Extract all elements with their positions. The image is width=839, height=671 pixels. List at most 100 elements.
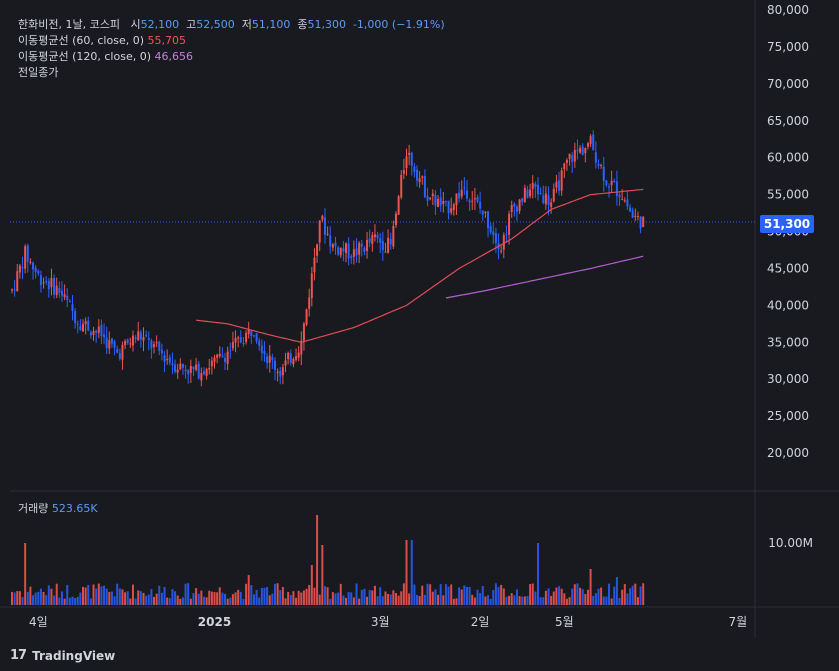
candle-body bbox=[636, 216, 639, 218]
volume-label: 거래량 bbox=[18, 502, 49, 515]
candle-body bbox=[544, 193, 547, 205]
candle-body bbox=[195, 364, 198, 370]
candle-body bbox=[305, 309, 308, 325]
candle-body bbox=[502, 234, 505, 250]
volume-bar bbox=[34, 592, 37, 605]
volume-bar bbox=[126, 591, 129, 605]
volume-bar bbox=[276, 583, 279, 605]
volume-bar bbox=[134, 598, 137, 605]
volume-bar bbox=[597, 588, 600, 605]
candle-body bbox=[218, 353, 221, 357]
volume-bar bbox=[434, 589, 437, 605]
volume-bar bbox=[218, 587, 221, 605]
candle-body bbox=[174, 364, 177, 372]
candle-body bbox=[145, 335, 148, 337]
candle-body bbox=[552, 188, 555, 202]
candle-body bbox=[481, 210, 484, 215]
volume-bar bbox=[87, 584, 90, 605]
volume-bar bbox=[155, 593, 158, 605]
candle-body bbox=[413, 166, 416, 172]
volume-bar bbox=[534, 591, 537, 605]
volume-bar bbox=[216, 592, 219, 605]
candle-body bbox=[363, 247, 366, 252]
volume-bar bbox=[129, 598, 132, 605]
volume-bar bbox=[586, 589, 589, 605]
volume-bar bbox=[313, 587, 316, 605]
volume-bar bbox=[255, 589, 258, 605]
candle-body bbox=[631, 210, 634, 218]
volume-bar bbox=[79, 592, 82, 605]
candle-body bbox=[489, 226, 492, 233]
volume-bar bbox=[310, 565, 313, 605]
volume-bar bbox=[200, 590, 203, 605]
candle-body bbox=[518, 199, 521, 211]
open-value: 52,100 bbox=[140, 18, 180, 31]
volume-bar bbox=[58, 597, 61, 605]
y-tick-label: 70,000 bbox=[767, 77, 809, 91]
volume-bar bbox=[287, 591, 290, 605]
volume-bar bbox=[145, 595, 148, 605]
volume-bar bbox=[103, 585, 106, 605]
ma120-row[interactable]: 이동평균선 (120, close, 0) 46,656 bbox=[18, 49, 445, 65]
volume-bar bbox=[189, 598, 192, 605]
candle-body bbox=[423, 175, 426, 197]
candle-body bbox=[439, 197, 442, 206]
volume-bar bbox=[537, 543, 539, 605]
candle-body bbox=[268, 355, 271, 363]
candle-body bbox=[563, 163, 566, 170]
candle-body bbox=[153, 344, 156, 348]
volume-bar bbox=[29, 586, 32, 605]
volume-bar bbox=[113, 596, 116, 605]
volume-bar bbox=[437, 594, 440, 605]
candle-body bbox=[316, 244, 319, 256]
candle-body bbox=[584, 147, 587, 154]
candle-body bbox=[231, 342, 234, 349]
ma60-label: 이동평균선 (60, close, 0) bbox=[18, 34, 144, 47]
candle-body bbox=[358, 243, 361, 255]
volume-bar bbox=[174, 591, 177, 605]
volume-bar bbox=[295, 597, 298, 605]
price-chart[interactable]: 80,00075,00070,00065,00060,00055,00050,0… bbox=[0, 0, 839, 638]
candle-body bbox=[229, 350, 232, 352]
candle-body bbox=[447, 200, 450, 214]
tradingview-logo[interactable]: 17 TradingView bbox=[10, 648, 115, 663]
volume-bar bbox=[397, 595, 400, 605]
volume-bar bbox=[392, 590, 395, 605]
candle-body bbox=[255, 333, 258, 342]
candle-body bbox=[408, 152, 411, 155]
close-value: 51,300 bbox=[307, 18, 346, 31]
volume-bar bbox=[284, 598, 287, 605]
candle-body bbox=[116, 349, 119, 353]
candle-body bbox=[179, 363, 182, 370]
volume-bar bbox=[163, 586, 166, 605]
candle-body bbox=[76, 323, 79, 325]
candle-body bbox=[134, 337, 137, 339]
volume-bar bbox=[192, 593, 195, 605]
volume-bar bbox=[455, 598, 458, 605]
candle-body bbox=[274, 360, 276, 371]
candle-body bbox=[279, 370, 282, 377]
chart-frame[interactable]: 80,00075,00070,00065,00060,00055,00050,0… bbox=[0, 0, 839, 638]
candle-body bbox=[613, 180, 616, 183]
candle-body bbox=[484, 211, 487, 213]
candle-body bbox=[252, 335, 255, 337]
volume-bar bbox=[55, 583, 58, 605]
volume-bar bbox=[568, 597, 571, 605]
candle-body bbox=[465, 190, 468, 199]
volume-bar bbox=[168, 598, 171, 605]
prev-close-row[interactable]: 전일종가 bbox=[18, 65, 445, 81]
candle-body bbox=[323, 217, 326, 235]
candle-body bbox=[500, 250, 503, 252]
candle-body bbox=[263, 350, 266, 355]
volume-bar bbox=[639, 586, 642, 605]
candle-body bbox=[508, 213, 511, 235]
volume-bar bbox=[160, 592, 163, 605]
volume-bar bbox=[242, 598, 245, 605]
ma60-row[interactable]: 이동평균선 (60, close, 0) 55,705 bbox=[18, 33, 445, 49]
y-tick-label: 75,000 bbox=[767, 40, 809, 54]
volume-legend[interactable]: 거래량 523.65K bbox=[18, 500, 98, 516]
volume-bar bbox=[389, 594, 392, 605]
volume-bar bbox=[316, 515, 319, 605]
candle-body bbox=[531, 182, 534, 190]
candle-body bbox=[79, 326, 82, 330]
